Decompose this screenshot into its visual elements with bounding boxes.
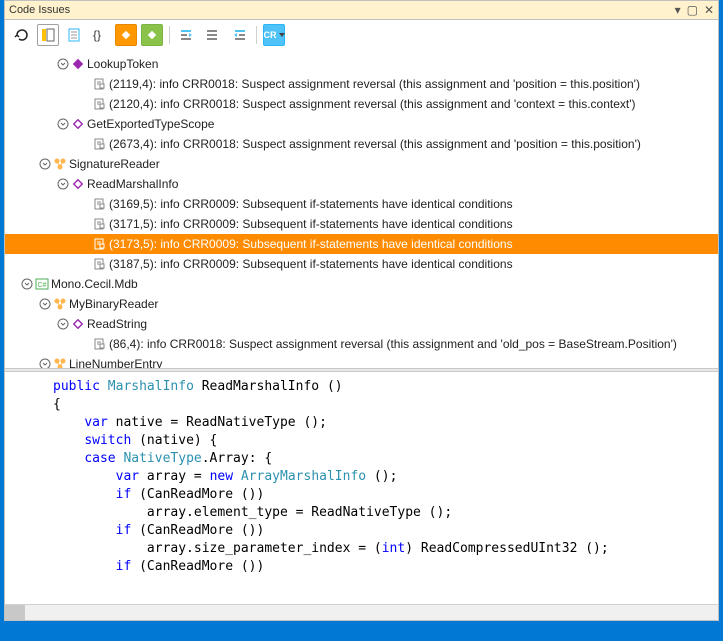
- issue-row[interactable]: (3171,5): info CRR0009: Subsequent if-st…: [5, 214, 718, 234]
- code-preview[interactable]: public MarshalInfo ReadMarshalInfo () { …: [5, 372, 718, 604]
- diamond-green-button[interactable]: [141, 24, 163, 46]
- class-label: LineNumberEntry: [69, 357, 162, 368]
- method-node[interactable]: LookupToken: [5, 54, 718, 74]
- issue-text: (3173,5): info CRR0009: Subsequent if-st…: [109, 237, 513, 251]
- issue-row[interactable]: (2120,4): info CRR0018: Suspect assignme…: [5, 94, 718, 114]
- method-node[interactable]: ReadString: [5, 314, 718, 334]
- file-view-button[interactable]: [63, 24, 85, 46]
- class-label: MyBinaryReader: [69, 297, 158, 311]
- close-icon[interactable]: ✕: [704, 3, 714, 17]
- cr-button[interactable]: CR: [263, 24, 285, 46]
- dropdown-icon[interactable]: ▾: [675, 3, 681, 17]
- class-label: SignatureReader: [69, 157, 160, 171]
- issue-row[interactable]: (2119,4): info CRR0018: Suspect assignme…: [5, 74, 718, 94]
- window-title: Code Issues: [9, 4, 70, 16]
- indent-left-button[interactable]: [176, 24, 198, 46]
- title-bar: Code Issues ▾ ▢ ✕: [4, 0, 719, 20]
- maximize-icon[interactable]: ▢: [687, 3, 698, 17]
- class-node[interactable]: LineNumberEntry: [5, 354, 718, 368]
- list-button[interactable]: [202, 24, 224, 46]
- class-node[interactable]: MyBinaryReader: [5, 294, 718, 314]
- method-node[interactable]: ReadMarshalInfo: [5, 174, 718, 194]
- method-label: ReadMarshalInfo: [87, 177, 178, 191]
- issue-row[interactable]: (3187,5): info CRR0009: Subsequent if-st…: [5, 254, 718, 274]
- project-label: Mono.Cecil.Mdb: [51, 277, 138, 291]
- method-label: LookupToken: [87, 57, 158, 71]
- issue-text: (86,4): info CRR0018: Suspect assignment…: [109, 337, 677, 351]
- method-label: GetExportedTypeScope: [87, 117, 214, 131]
- issue-row[interactable]: (3169,5): info CRR0009: Subsequent if-st…: [5, 194, 718, 214]
- issue-text: (2673,4): info CRR0018: Suspect assignme…: [109, 137, 641, 151]
- refresh-button[interactable]: [11, 24, 33, 46]
- issue-row-selected[interactable]: (3173,5): info CRR0009: Subsequent if-st…: [5, 234, 718, 254]
- issue-row[interactable]: (86,4): info CRR0018: Suspect assignment…: [5, 334, 718, 354]
- issue-text: (3171,5): info CRR0009: Subsequent if-st…: [109, 217, 513, 231]
- issue-text: (2120,4): info CRR0018: Suspect assignme…: [109, 97, 636, 111]
- braces-button[interactable]: {}: [89, 24, 111, 46]
- svg-text:{}: {}: [93, 28, 101, 42]
- issue-text: (3169,5): info CRR0009: Subsequent if-st…: [109, 197, 513, 211]
- svg-text:C#: C#: [38, 282, 47, 289]
- issue-text: (2119,4): info CRR0018: Suspect assignme…: [109, 77, 640, 91]
- project-node[interactable]: C# Mono.Cecil.Mdb: [5, 274, 718, 294]
- method-node[interactable]: GetExportedTypeScope: [5, 114, 718, 134]
- issue-text: (3187,5): info CRR0009: Subsequent if-st…: [109, 257, 513, 271]
- diamond-orange-button[interactable]: [115, 24, 137, 46]
- tree-view-button[interactable]: [37, 24, 59, 46]
- status-bar: [4, 621, 719, 637]
- method-label: ReadString: [87, 317, 147, 331]
- separator: [256, 26, 257, 44]
- separator: [169, 26, 170, 44]
- issue-row[interactable]: (2673,4): info CRR0018: Suspect assignme…: [5, 134, 718, 154]
- horizontal-scrollbar[interactable]: [5, 604, 718, 620]
- toolbar: {} CR: [4, 20, 719, 50]
- issue-tree[interactable]: LookupToken (2119,4): info CRR0018: Susp…: [5, 50, 718, 368]
- indent-right-button[interactable]: [228, 24, 250, 46]
- class-node[interactable]: SignatureReader: [5, 154, 718, 174]
